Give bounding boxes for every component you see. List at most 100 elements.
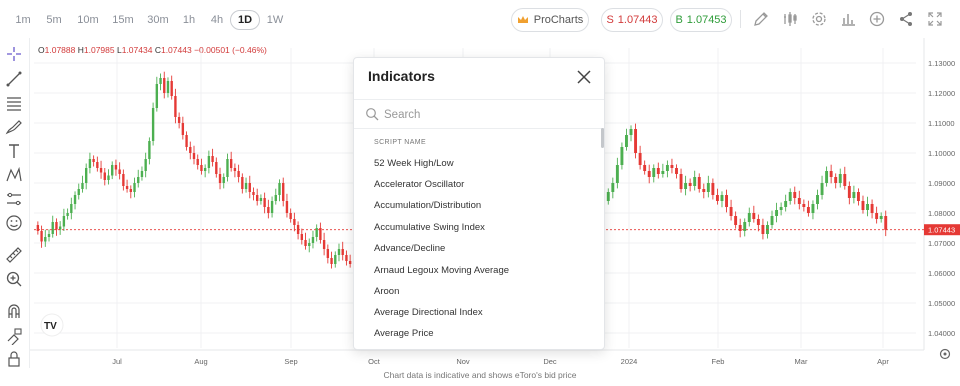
candle-down (125, 179, 129, 193)
draw-pencil-icon[interactable] (752, 10, 770, 28)
candle-body (684, 183, 688, 189)
candle-up (784, 194, 788, 212)
settings-gear-icon[interactable] (810, 10, 828, 28)
emoji-icon[interactable] (4, 213, 24, 233)
candle-body (185, 135, 188, 147)
timeframe-1h[interactable]: 1h (177, 10, 201, 30)
indicator-item[interactable]: 52 Week High/Low (374, 154, 584, 172)
timeframe-10m[interactable]: 10m (74, 10, 102, 30)
candle-body (720, 195, 724, 201)
candle-body (711, 183, 715, 195)
candle-body (293, 219, 296, 225)
candle-down (734, 211, 738, 229)
indicator-item[interactable]: Accumulation/Distribution (374, 196, 584, 214)
candle-up (315, 224, 318, 242)
indicator-item[interactable]: Average Price (374, 324, 584, 342)
lock-drawing-icon[interactable] (4, 325, 24, 345)
zoom-in-icon[interactable] (4, 269, 24, 289)
candle-body (816, 195, 819, 204)
candle-down (348, 254, 352, 268)
candle-down (211, 148, 214, 167)
text-tool-icon[interactable] (4, 141, 24, 161)
candle-body (137, 177, 140, 183)
candle-body (675, 168, 678, 174)
candle-up (88, 152, 92, 174)
candle-body (665, 165, 669, 171)
crosshair-icon[interactable] (4, 44, 24, 64)
candle-body (155, 84, 159, 108)
candle-up (311, 230, 315, 249)
indicator-item[interactable]: Accelerator Oscillator (374, 175, 584, 193)
close-icon[interactable] (576, 69, 592, 85)
timeframe-1m[interactable]: 1m (10, 10, 36, 30)
fullscreen-icon[interactable] (926, 10, 944, 28)
candle-body (218, 174, 222, 183)
add-indicator-icon[interactable] (868, 10, 886, 28)
candle-body (256, 195, 259, 201)
search-input[interactable] (384, 106, 584, 124)
measure-tool-icon[interactable] (4, 189, 24, 209)
sell-button[interactable]: S 1.07443 (601, 8, 663, 32)
candle-body (311, 237, 315, 243)
candle-down (752, 205, 756, 223)
chart-type-icon[interactable] (781, 10, 799, 28)
timeframe-5m[interactable]: 5m (41, 10, 67, 30)
candle-down (293, 212, 296, 232)
candle-up (207, 150, 211, 174)
candle-body (92, 159, 95, 162)
candle-down (802, 199, 806, 212)
timeframe-15m[interactable]: 15m (109, 10, 137, 30)
candle-down (847, 181, 851, 205)
candle-body (856, 192, 860, 201)
candle-up (615, 157, 619, 189)
share-icon[interactable] (897, 10, 915, 28)
magnet-icon[interactable] (4, 301, 24, 321)
ruler-icon[interactable] (4, 245, 24, 265)
indicator-item[interactable]: Advance/Decline (374, 239, 584, 257)
candle-down (725, 189, 728, 213)
candle-body (285, 201, 289, 213)
candle-up (62, 208, 66, 231)
timeframe-4h[interactable]: 4h (205, 10, 229, 30)
indicator-item[interactable]: Average Directional Index (374, 303, 584, 321)
lock-icon[interactable] (4, 348, 24, 368)
horizontal-lines-icon[interactable] (4, 93, 24, 113)
list-scrollbar[interactable] (601, 128, 604, 148)
candle-body (715, 195, 719, 201)
candle-up (334, 251, 337, 268)
candle-body (752, 213, 756, 219)
candle-up (159, 73, 162, 91)
tradingview-logo: TV (40, 313, 64, 337)
pattern-tool-icon[interactable] (4, 165, 24, 185)
candle-down (793, 186, 797, 205)
candle-body (729, 207, 733, 216)
candle-body (775, 210, 779, 216)
bar-chart-icon[interactable] (839, 10, 857, 28)
candle-body (177, 117, 181, 123)
prochart-button[interactable]: ProCharts (511, 8, 589, 32)
candle-body (274, 195, 277, 201)
candle-down (189, 141, 192, 160)
indicator-item[interactable]: Aroon (374, 282, 584, 300)
candle-body (747, 213, 751, 222)
indicator-item[interactable]: Arnaud Legoux Moving Average (374, 261, 584, 279)
timeframe-1w[interactable]: 1W (263, 10, 287, 30)
timeframe-1d[interactable]: 1D (230, 10, 260, 30)
candle-down (756, 214, 760, 232)
candle-body (615, 165, 619, 183)
buy-button[interactable]: B 1.07453 (670, 8, 732, 32)
candle-body (77, 189, 80, 195)
candle-down (643, 160, 647, 175)
candle-body (706, 183, 710, 192)
candle-body (278, 183, 281, 195)
indicator-item[interactable]: Accumulative Swing Index (374, 218, 584, 236)
candle-body (129, 189, 132, 192)
candle-body (107, 175, 110, 180)
brush-icon[interactable] (4, 117, 24, 137)
timeframe-30m[interactable]: 30m (144, 10, 172, 30)
axis-settings-icon[interactable] (939, 348, 951, 360)
candle-down (282, 177, 285, 207)
candle-body (756, 219, 760, 225)
top-toolbar: 1m 5m 10m 15m 30m 1h 4h 1D 1W ProCharts … (0, 0, 960, 38)
trend-line-icon[interactable] (4, 69, 24, 89)
